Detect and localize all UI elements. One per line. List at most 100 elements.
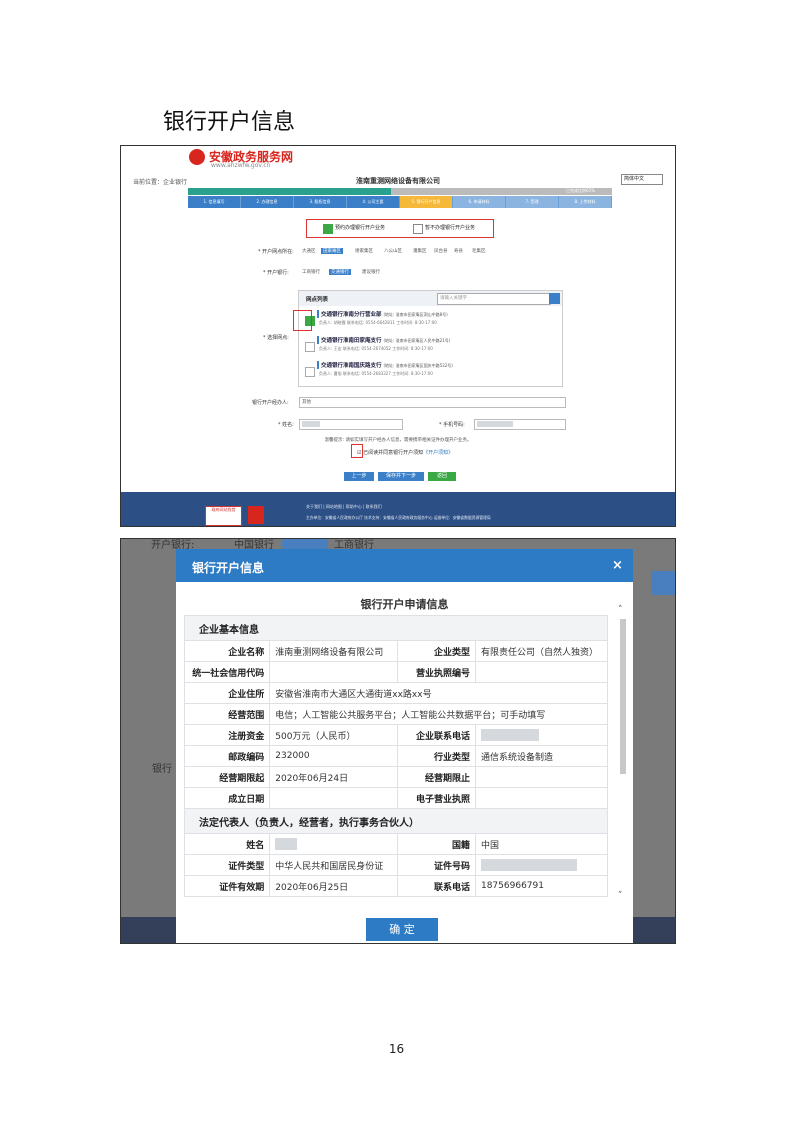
field-value: 2020年06月24日 <box>269 766 399 788</box>
branch-name: 交通银行淮南分行营业部 (地址: 淮南市田家庵区洞山中路8号) <box>317 310 448 318</box>
field-value <box>269 661 399 683</box>
table-row: 成立日期 电子营业执照 <box>183 787 609 809</box>
bg-search-icon <box>651 571 675 595</box>
branch-list: 网点列表 请输入关键字 交通银行淮南分行营业部 (地址: 淮南市田家庵区洞山中路… <box>298 290 563 387</box>
region-option[interactable]: 凤台县 <box>434 248 448 254</box>
bank-option[interactable]: 工商银行 <box>302 269 320 275</box>
reserve-bank-label: 预约办理银行开户业务 <box>335 225 386 231</box>
branch-contact: 负责人: 王宏 联系电话: 0554-2674052 工作时间: 8:30-17… <box>319 346 433 351</box>
region-option[interactable]: 寿县 <box>454 248 463 254</box>
close-icon[interactable]: × <box>612 558 623 573</box>
phone-input[interactable] <box>474 419 566 430</box>
step-item[interactable]: 3. 股权信息 <box>294 196 347 208</box>
step-item[interactable]: 6. 申请材料 <box>453 196 506 208</box>
field-label: 行业类型 <box>397 745 476 767</box>
checkbox-reserve-bank[interactable] <box>323 224 333 234</box>
bank-option-selected[interactable]: 交通银行 <box>329 269 351 275</box>
branch-item[interactable]: 交通银行淮南国庆路支行 (地址: 淮南市田家庵区国庆中路532号) 负责人: 曹… <box>302 360 550 385</box>
region-option[interactable]: 毛集区 <box>472 248 486 254</box>
checkbox-skip-bank[interactable] <box>413 224 423 234</box>
field-label: 国籍 <box>397 833 476 855</box>
field-value: 500万元（人民币） <box>269 724 399 746</box>
name-input[interactable] <box>299 419 403 430</box>
field-value-redacted <box>474 724 609 746</box>
emblem-icon <box>248 506 264 524</box>
phone-label: * 手机号码: <box>439 422 465 428</box>
search-icon[interactable] <box>549 293 560 304</box>
section-title: 企业基本信息 <box>184 615 608 641</box>
bank-label: * 开户银行: <box>263 270 289 276</box>
field-label: 营业执照编号 <box>397 661 476 683</box>
confirm-button[interactable]: 确 定 <box>366 918 438 941</box>
step-item-current[interactable]: 5. 银行开户信息 <box>400 196 453 208</box>
branch-item[interactable]: 交通银行淮南分行营业部 (地址: 淮南市田家庵区洞山中路8号) 负责人: 胡晓霞… <box>302 309 550 334</box>
company-name: 淮南重测网络设备有限公司 <box>356 177 440 185</box>
dialog-title: 银行开户信息 <box>192 561 265 575</box>
field-value: 232000 <box>269 745 399 767</box>
dialog-header: 银行开户信息 × <box>176 549 633 582</box>
table-row: 企业住所 安徽省淮南市大通区大通街道xx路xx号 <box>183 682 608 704</box>
field-value <box>269 787 399 809</box>
field-label: 成立日期 <box>183 787 271 809</box>
branch-list-title: 网点列表 <box>306 297 329 303</box>
branch-list-header: 网点列表 请输入关键字 <box>299 291 562 306</box>
bg-side-label: 银行 <box>152 764 172 775</box>
branch-search-input[interactable]: 请输入关键字 <box>437 293 551 305</box>
field-label: 邮政编码 <box>183 745 271 767</box>
chevron-up-icon[interactable]: ˄ <box>618 605 623 615</box>
region-option[interactable]: 谢家集区 <box>355 248 373 254</box>
agree-link[interactable]: 《开户须知》 <box>423 450 453 456</box>
table-row: 证件有效期 2020年06月25日 联系电话 18756966791 <box>183 875 609 897</box>
field-value: 安徽省淮南市大通区大通街道xx路xx号 <box>269 682 608 704</box>
region-option-selected[interactable]: 田家庵区 <box>321 248 343 254</box>
step-item[interactable]: 1. 信息填写 <box>188 196 241 208</box>
application-info-table: 企业基本信息 企业名称 淮南重测网络设备有限公司 企业类型 有限责任公司（自然人… <box>183 615 609 897</box>
step-item[interactable]: 4. 公司主要 <box>347 196 400 208</box>
field-label: 证件类型 <box>183 854 271 876</box>
save-next-button[interactable]: 保存并下一步 <box>378 472 424 481</box>
field-value: 有限责任公司（自然人独资） <box>474 640 609 662</box>
field-value: 淮南重测网络设备有限公司 <box>269 640 399 662</box>
chevron-down-icon[interactable]: ˅ <box>618 891 623 901</box>
step-item[interactable]: 2. 办理信息 <box>241 196 294 208</box>
handler-select[interactable]: 其他 <box>299 397 566 408</box>
section-title: 法定代表人（负责人，经营者，执行事务合伙人） <box>184 808 608 834</box>
table-row: 经营范围 电信；人工智能公共服务平台；人工智能公共数据平台；可手动填写 <box>183 703 608 725</box>
region-option[interactable]: 八公山区 <box>384 248 402 254</box>
step-item[interactable]: 8. 上传材料 <box>559 196 612 208</box>
field-value-redacted <box>474 854 609 876</box>
branch-checkbox[interactable] <box>305 342 315 352</box>
branch-item[interactable]: 交通银行淮南田家庵支行 (地址: 淮南市田家庵区人民中路21号) 负责人: 王宏… <box>302 335 550 360</box>
step-item[interactable]: 7. 受理 <box>506 196 559 208</box>
region-option[interactable]: 潘集区 <box>413 248 427 254</box>
table-row: 证件类型 中华人民共和国居民身份证 证件号码 <box>183 854 609 876</box>
region-option[interactable]: 大通区 <box>302 248 316 254</box>
field-label: 统一社会信用代码 <box>183 661 271 683</box>
field-value: 电信；人工智能公共服务平台；人工智能公共数据平台；可手动填写 <box>269 703 608 725</box>
table-row: 姓名 国籍 中国 <box>183 833 609 855</box>
bank-info-dialog: 银行开户信息 × 银行开户申请信息 企业基本信息 企业名称 淮南重测网络设备有限… <box>176 549 633 943</box>
field-label: 注册资金 <box>183 724 271 746</box>
field-value <box>474 661 609 683</box>
table-row: 企业名称 淮南重测网络设备有限公司 企业类型 有限责任公司（自然人独资） <box>183 640 609 662</box>
scroll-thumb[interactable] <box>620 619 626 774</box>
field-label: 证件有效期 <box>183 875 271 897</box>
prev-button[interactable]: 上一步 <box>344 472 374 481</box>
field-value <box>474 787 609 809</box>
error-report-badge[interactable]: 政府网站找错 <box>205 506 242 526</box>
footer-links[interactable]: 关于我们 | 网站地图 | 帮助中心 | 联系我们 <box>306 504 382 510</box>
field-value: 中华人民共和国居民身份证 <box>269 854 399 876</box>
field-label: 经营期限止 <box>397 766 476 788</box>
field-label: 姓名 <box>183 833 271 855</box>
branch-checkbox[interactable] <box>305 367 315 377</box>
bank-option[interactable]: 建设银行 <box>362 269 380 275</box>
dialog-subtitle: 银行开户申请信息 <box>360 598 449 611</box>
back-button[interactable]: 返回 <box>428 472 456 481</box>
field-label: 联系电话 <box>397 875 476 897</box>
field-label: 经营期限起 <box>183 766 271 788</box>
table-row: 统一社会信用代码 营业执照编号 <box>183 661 609 683</box>
field-label: 企业类型 <box>397 640 476 662</box>
branch-name: 交通银行淮南国庆路支行 (地址: 淮南市田家庵区国庆中路532号) <box>317 361 453 369</box>
field-value: 通信系统设备制造 <box>474 745 609 767</box>
language-select[interactable]: 简体中文 <box>621 174 663 185</box>
